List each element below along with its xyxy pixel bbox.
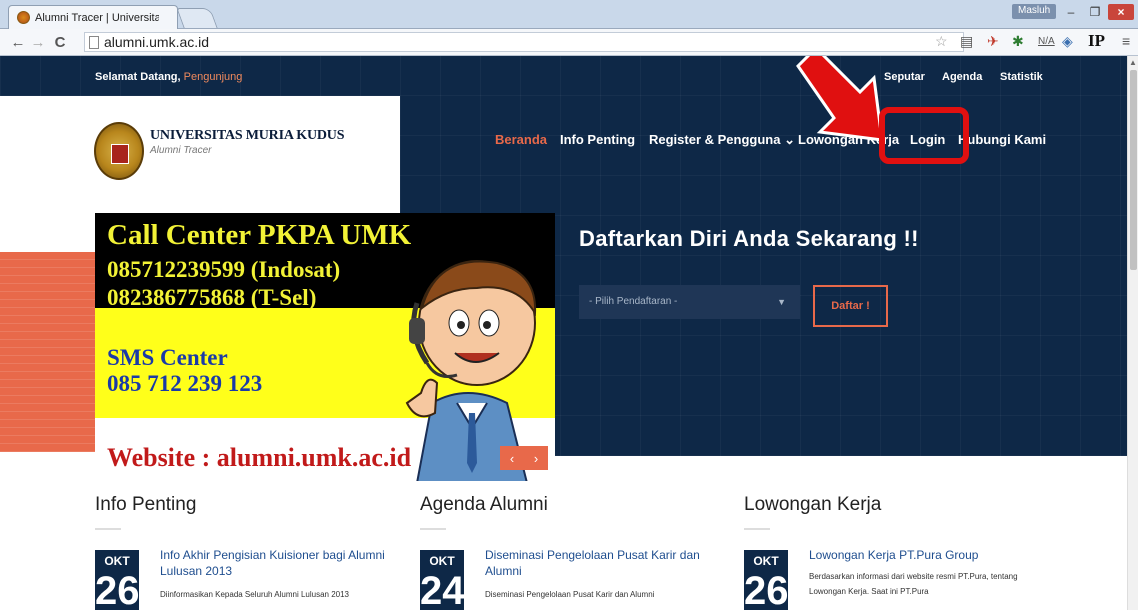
maximize-icon[interactable]: ❐ (1084, 4, 1106, 20)
section-divider (744, 528, 770, 530)
address-bar-url: alumni.umk.ac.id (104, 34, 210, 50)
new-tab-button[interactable] (176, 8, 218, 28)
post-date: OKT 26 (744, 550, 789, 610)
extension-globe-icon[interactable]: ◈ (1062, 33, 1073, 50)
slider-next-button[interactable]: › (534, 451, 538, 466)
tab-title: Alumni Tracer | Universitas × (35, 11, 159, 24)
page-icon (89, 35, 99, 49)
browser-tabbar: Alumni Tracer | Universitas × Masluh – ❐… (0, 0, 1138, 29)
daftar-button[interactable]: Daftar ! (813, 285, 888, 327)
extension-na-icon[interactable]: N/A (1038, 36, 1055, 47)
toplink-statistik[interactable]: Statistik (1000, 71, 1043, 83)
browser-user-badge[interactable]: Masluh (1012, 4, 1057, 19)
extension-gear-icon[interactable]: ✱ (1012, 33, 1024, 50)
extension-ip-icon[interactable]: IP (1088, 31, 1105, 51)
back-arrow-icon[interactable]: ← (8, 34, 28, 51)
post-title-link[interactable]: Info Akhir Pengisian Kuisioner bagi Alum… (160, 547, 400, 579)
reload-icon[interactable]: C (50, 34, 70, 51)
post-date-day: 26 (95, 569, 140, 610)
section-title: Lowongan Kerja (744, 494, 882, 515)
post-date-month: OKT (104, 554, 130, 568)
post-excerpt: Berdasarkan informasi dari website resmi… (809, 572, 1018, 596)
post-title-link[interactable]: Lowongan Kerja PT.Pura Group (809, 547, 1049, 563)
extension-rocket-icon[interactable]: ✈ (987, 33, 999, 50)
slider-controls: ‹ › (500, 446, 548, 470)
welcome-label: Selamat Datang, (95, 71, 181, 83)
post-excerpt: Diinformasikan Kepada Seluruh Alumni Lul… (160, 590, 350, 599)
decorative-orange-block (0, 252, 110, 452)
slide-sms-number: 085 712 239 123 (107, 371, 263, 396)
slide-phone-tsel: 082386775868 (T-Sel) (107, 285, 317, 310)
section-info-penting: Info Penting OKT 26 Info Akhir Pengisian… (95, 494, 395, 610)
bookmark-star-icon[interactable]: ☆ (935, 33, 948, 50)
login-highlight-box (879, 107, 969, 164)
top-bar: Selamat Datang, Pengunjung Seputar Agend… (0, 56, 1127, 96)
page-scrollbar[interactable]: ▲ (1127, 56, 1138, 610)
minimize-icon[interactable]: – (1060, 4, 1082, 20)
post-excerpt: Diseminasi Pengelolaan Pusat Karir dan A… (485, 590, 655, 599)
chevron-down-icon: ▼ (777, 297, 786, 307)
post-date-day: 26 (744, 569, 789, 610)
slide-phone-indosat: 085712239599 (Indosat) (107, 257, 341, 282)
browser-menu-icon[interactable]: ≡ (1122, 33, 1130, 49)
university-seal-logo[interactable] (94, 122, 144, 180)
nav-beranda[interactable]: Beranda (495, 132, 547, 147)
post-date: OKT 24 (420, 550, 465, 610)
web-page: Selamat Datang, Pengunjung Seputar Agend… (0, 56, 1127, 610)
post-date-month: OKT (429, 554, 455, 568)
section-divider (420, 528, 446, 530)
welcome-text: Selamat Datang, Pengunjung (95, 71, 242, 83)
registration-select-value: - Pilih Pendaftaran - (589, 296, 678, 307)
post-title-link[interactable]: Diseminasi Pengelolaan Pusat Karir dan A… (485, 547, 725, 579)
browser-tab[interactable]: Alumni Tracer | Universitas × (8, 5, 178, 29)
site-favicon-icon (17, 11, 30, 24)
post-date-day: 24 (420, 569, 465, 610)
window-close-icon[interactable]: × (1108, 4, 1134, 20)
section-title: Info Penting (95, 494, 197, 515)
section-lowongan-kerja: Lowongan Kerja OKT 26 Lowongan Kerja PT.… (744, 494, 1044, 610)
scroll-up-icon[interactable]: ▲ (1129, 58, 1137, 67)
nav-hubungi-kami[interactable]: Hubungi Kami (958, 132, 1046, 147)
slide-title: Call Center PKPA UMK (107, 219, 412, 251)
slide-website: Website : alumni.umk.ac.id (107, 443, 412, 472)
toplink-agenda[interactable]: Agenda (942, 71, 982, 83)
section-agenda-alumni: Agenda Alumni OKT 24 Diseminasi Pengelol… (420, 494, 720, 610)
nav-register-pengguna[interactable]: Register & Pengguna ⌄ (649, 132, 795, 148)
address-bar[interactable]: alumni.umk.ac.id (84, 32, 964, 52)
section-divider (95, 528, 121, 530)
hero-slider: Call Center PKPA UMK 085712239599 (Indos… (95, 213, 555, 481)
guest-name: Pengunjung (183, 71, 243, 83)
slider-prev-button[interactable]: ‹ (510, 451, 514, 466)
site-logo-subtitle: Alumni Tracer (150, 145, 212, 156)
nav-info-penting[interactable]: Info Penting (560, 132, 635, 147)
slide-sms-label: SMS Center (107, 345, 228, 370)
forward-arrow-icon[interactable]: → (28, 34, 48, 51)
post-date: OKT 26 (95, 550, 140, 610)
scrollbar-thumb[interactable] (1130, 70, 1137, 270)
registration-type-select[interactable]: - Pilih Pendaftaran - ▼ (579, 285, 800, 319)
section-title: Agenda Alumni (420, 494, 548, 515)
extension-window-icon[interactable]: ▤ (960, 33, 973, 50)
post-date-month: OKT (753, 554, 779, 568)
register-heading: Daftarkan Diri Anda Sekarang !! (579, 226, 919, 251)
site-logo-title[interactable]: UNIVERSITAS MURIA KUDUS (150, 128, 344, 144)
